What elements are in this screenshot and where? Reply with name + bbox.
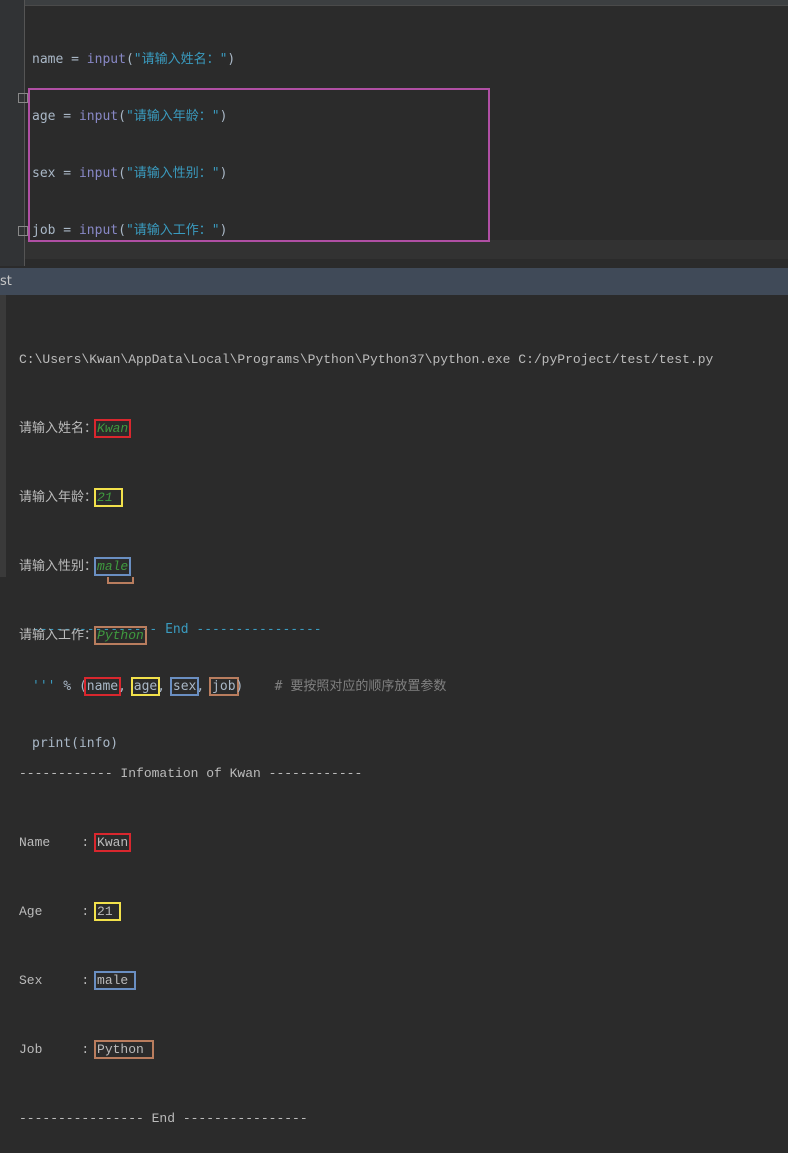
console-prompt-line: 请输入性别：male (19, 555, 713, 578)
fold-icon[interactable] (18, 226, 28, 236)
editor-top-border (0, 0, 788, 6)
console-prompt-line: 请输入年龄：21 (19, 486, 713, 509)
console-field-line: Sex : male (19, 969, 713, 992)
console-command: C:\Users\Kwan\AppData\Local\Programs\Pyt… (19, 352, 714, 367)
console-output: C:\Users\Kwan\AppData\Local\Programs\Pyt… (19, 302, 713, 1153)
fold-icon[interactable] (18, 93, 28, 103)
input-value-name: Kwan (94, 419, 132, 438)
input-value-job: Python (94, 626, 147, 645)
console-prompt-line: 请输入工作：Python (19, 624, 713, 647)
console-field-line: Age : 21 (19, 900, 713, 923)
console-field-line: Job : Python (19, 1038, 713, 1061)
input-value-age: 21 (94, 488, 123, 507)
run-panel-header: st (0, 268, 788, 295)
code-line-sex: sex = input("请输入性别：") (32, 166, 228, 181)
code-line-job: job = input("请输入工作：") (32, 223, 228, 238)
run-tab-label[interactable]: st (0, 274, 12, 289)
console-field-line: Name : Kwan (19, 831, 713, 854)
code-line-age: age = input("请输入年龄：") (32, 109, 228, 124)
output-value-job: Python (94, 1040, 154, 1059)
code-line-name: name = input("请输入姓名：") (32, 52, 236, 67)
console-prompt-line: 请输入姓名：Kwan (19, 417, 713, 440)
code-editor[interactable]: name = input("请输入姓名：") age = input("请输入年… (0, 0, 788, 751)
input-value-sex: male (94, 557, 132, 576)
output-value-age: 21 (94, 902, 121, 921)
console-footer: ---------------- End ---------------- (19, 1111, 308, 1126)
console-header: ------------ Infomation of Kwan --------… (19, 766, 363, 781)
output-value-name: Kwan (94, 833, 132, 852)
output-value-sex: male (94, 971, 137, 990)
